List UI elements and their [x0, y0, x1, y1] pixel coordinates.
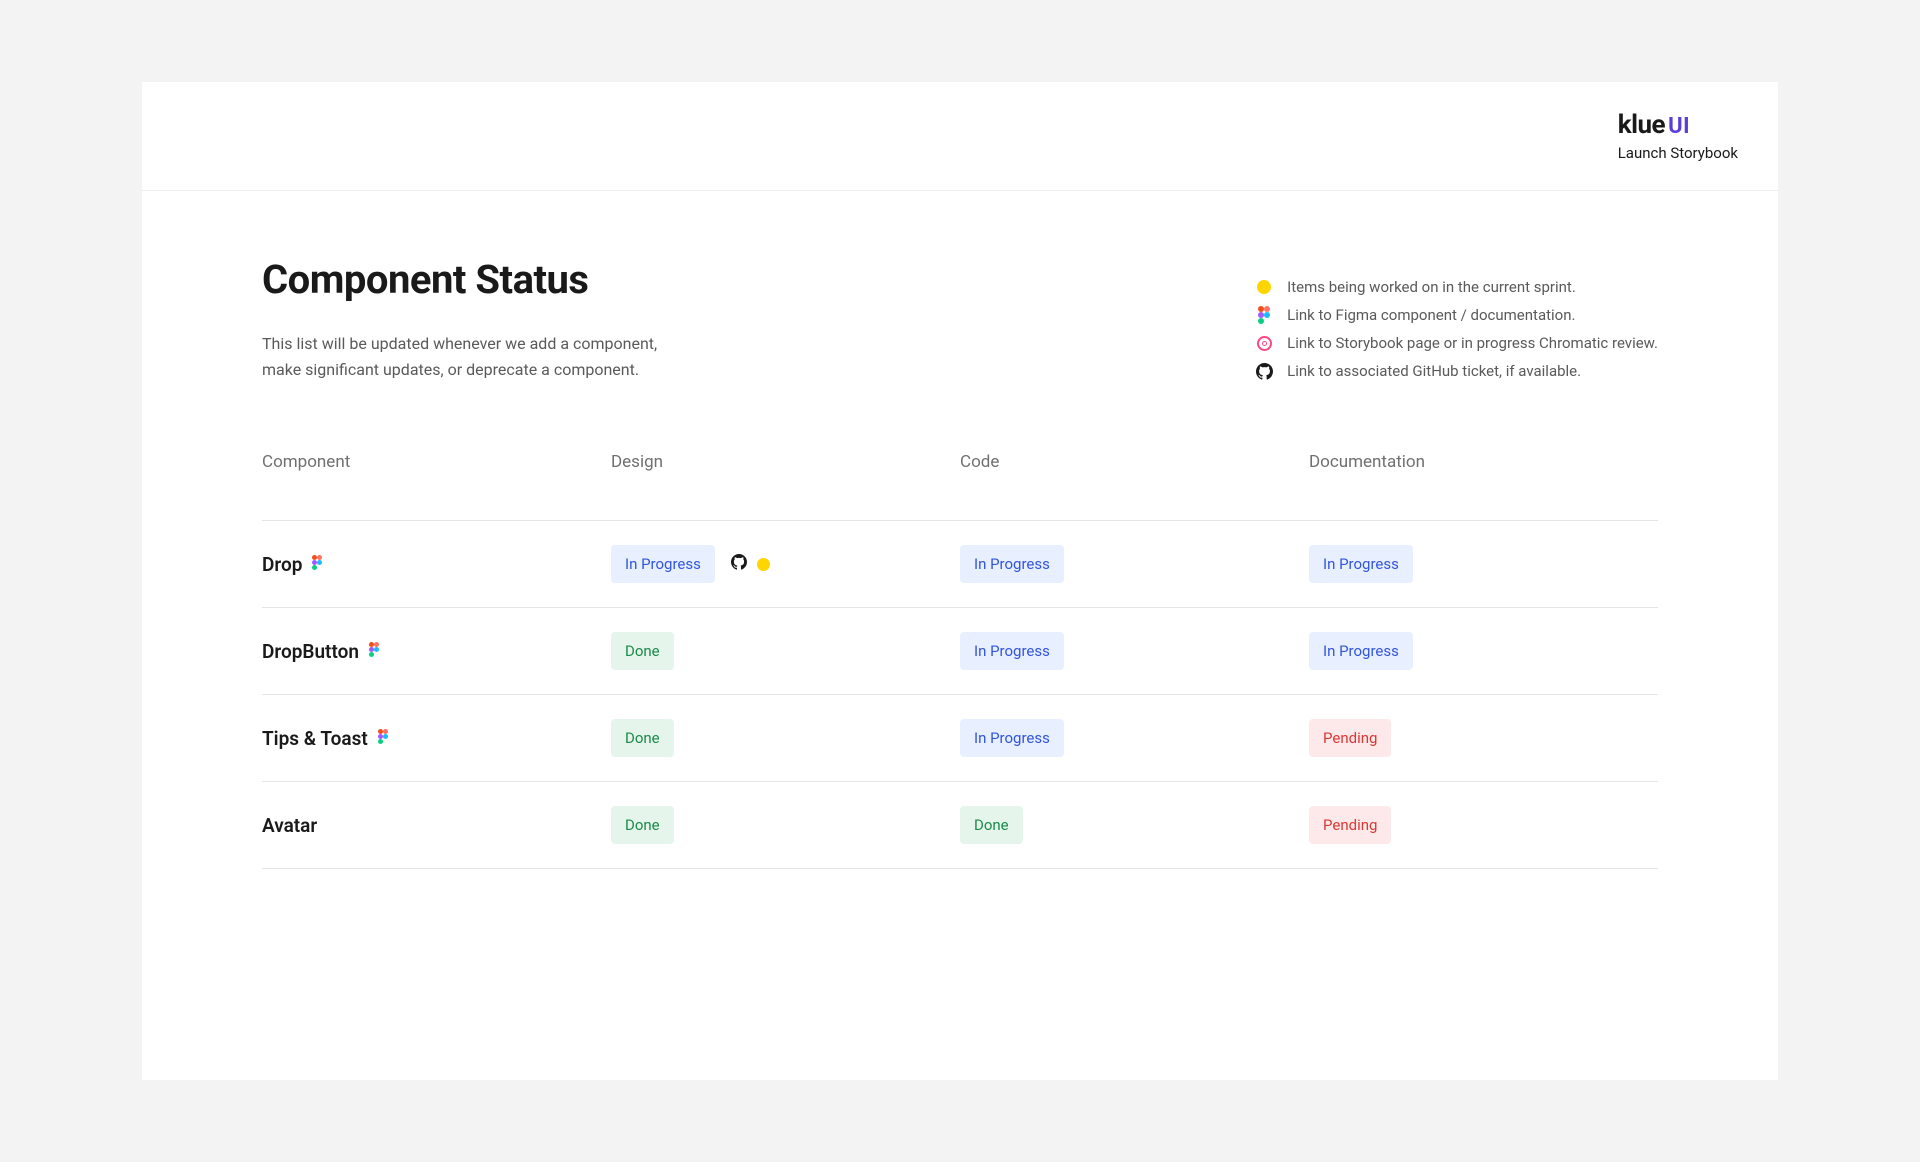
- figma-icon[interactable]: [369, 642, 379, 661]
- launch-storybook-link[interactable]: Launch Storybook: [1618, 144, 1738, 162]
- status-badge: Pending: [1309, 719, 1391, 757]
- design-cell: In Progress: [611, 545, 960, 583]
- documentation-cell: In Progress: [1309, 632, 1658, 670]
- logo-primary: klue: [1618, 110, 1665, 140]
- code-cell: Done: [960, 806, 1309, 844]
- row-icons: [731, 554, 770, 574]
- code-cell: In Progress: [960, 545, 1309, 583]
- component-cell: Tips & Toast: [262, 727, 611, 750]
- legend-item-figma: Link to Figma component / documentation.: [1255, 306, 1658, 324]
- status-table: Component Design Code Documentation Drop…: [262, 452, 1658, 869]
- legend-text: Link to associated GitHub ticket, if ava…: [1287, 362, 1581, 380]
- component-name: Drop: [262, 553, 302, 576]
- component-name: Avatar: [262, 814, 317, 837]
- table-header: Component Design Code Documentation: [262, 452, 1658, 521]
- header-right: klue UI Launch Storybook: [1618, 110, 1738, 162]
- storybook-icon: [1255, 334, 1273, 352]
- component-name: Tips & Toast: [262, 727, 368, 750]
- status-badge: In Progress: [1309, 632, 1413, 670]
- status-badge: In Progress: [611, 545, 715, 583]
- legend-text: Items being worked on in the current spr…: [1287, 278, 1576, 296]
- component-cell: Drop: [262, 553, 611, 576]
- table-body: DropIn ProgressIn ProgressIn ProgressDro…: [262, 521, 1658, 869]
- design-cell: Done: [611, 632, 960, 670]
- legend-item-github: Link to associated GitHub ticket, if ava…: [1255, 362, 1658, 380]
- status-badge: Done: [611, 719, 674, 757]
- code-cell: In Progress: [960, 719, 1309, 757]
- logo-secondary: UI: [1668, 114, 1690, 139]
- title-column: Component Status This list will be updat…: [262, 256, 692, 382]
- col-header-component: Component: [262, 452, 611, 472]
- documentation-cell: Pending: [1309, 719, 1658, 757]
- col-header-documentation: Documentation: [1309, 452, 1658, 472]
- status-badge: In Progress: [960, 632, 1064, 670]
- component-cell: DropButton: [262, 640, 611, 663]
- legend-item-sprint: Items being worked on in the current spr…: [1255, 278, 1658, 296]
- content: Component Status This list will be updat…: [142, 191, 1778, 869]
- legend-item-storybook: Link to Storybook page or in progress Ch…: [1255, 334, 1658, 352]
- code-cell: In Progress: [960, 632, 1309, 670]
- figma-icon: [1255, 306, 1273, 324]
- legend-text: Link to Figma component / documentation.: [1287, 306, 1575, 324]
- status-badge: In Progress: [1309, 545, 1413, 583]
- status-badge: In Progress: [960, 545, 1064, 583]
- logo: klue UI: [1618, 110, 1738, 140]
- github-icon[interactable]: [731, 554, 747, 574]
- design-cell: Done: [611, 806, 960, 844]
- github-icon: [1255, 362, 1273, 380]
- table-row: Tips & Toast Done In Progress Pending: [262, 695, 1658, 782]
- documentation-cell: Pending: [1309, 806, 1658, 844]
- table-row: Drop In Progress In Progress In Progress: [262, 521, 1658, 608]
- status-badge: Done: [960, 806, 1023, 844]
- page-container: klue UI Launch Storybook Component Statu…: [142, 82, 1778, 1080]
- col-header-code: Code: [960, 452, 1309, 472]
- col-header-design: Design: [611, 452, 960, 472]
- status-badge: Pending: [1309, 806, 1391, 844]
- figma-icon[interactable]: [378, 729, 388, 748]
- sprint-dot-icon: [757, 558, 770, 571]
- design-cell: Done: [611, 719, 960, 757]
- status-badge: In Progress: [960, 719, 1064, 757]
- legend-text: Link to Storybook page or in progress Ch…: [1287, 334, 1658, 352]
- top-section: Component Status This list will be updat…: [262, 256, 1658, 382]
- table-row: Avatar Done Done Pending: [262, 782, 1658, 869]
- status-badge: Done: [611, 806, 674, 844]
- sprint-dot-icon: [1255, 278, 1273, 296]
- page-title: Component Status: [262, 256, 692, 303]
- header: klue UI Launch Storybook: [142, 82, 1778, 191]
- documentation-cell: In Progress: [1309, 545, 1658, 583]
- status-badge: Done: [611, 632, 674, 670]
- figma-icon[interactable]: [312, 555, 322, 574]
- component-name: DropButton: [262, 640, 359, 663]
- table-row: DropButton Done In Progress In Progress: [262, 608, 1658, 695]
- legend: Items being worked on in the current spr…: [1255, 256, 1658, 382]
- component-cell: Avatar: [262, 814, 611, 837]
- page-subtitle: This list will be updated whenever we ad…: [262, 331, 692, 382]
